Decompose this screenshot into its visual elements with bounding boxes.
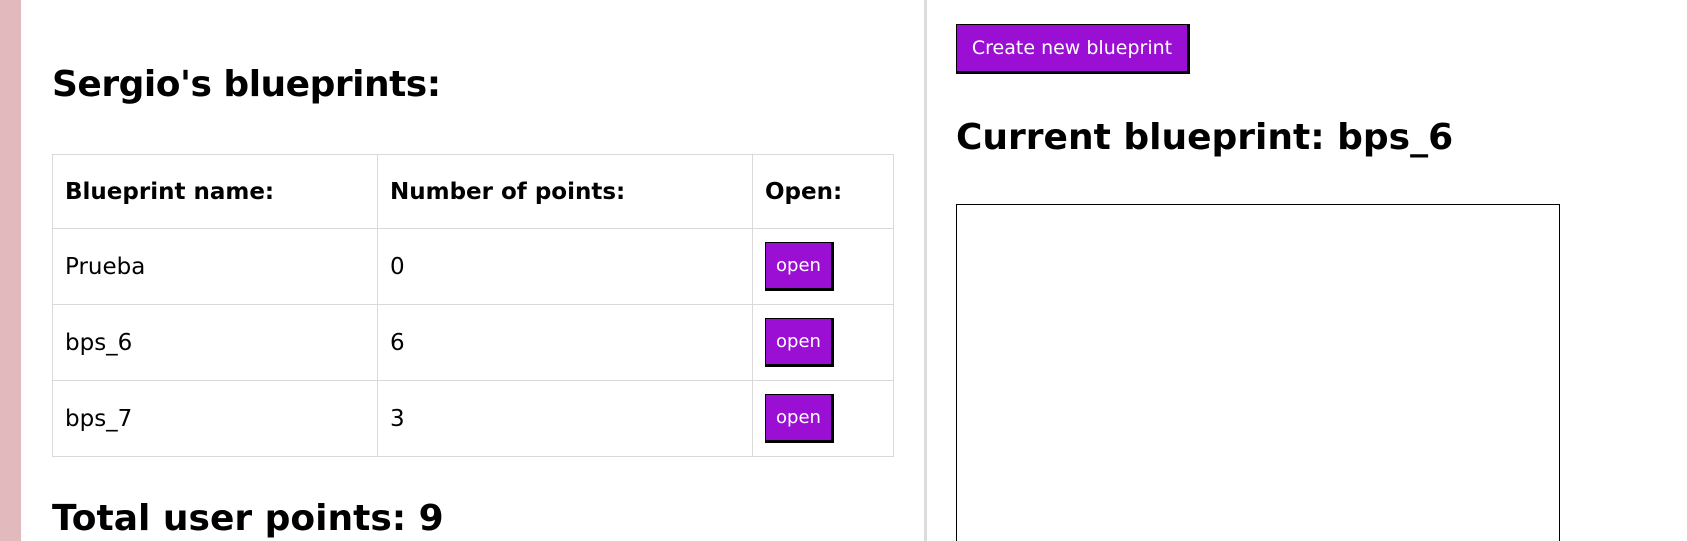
table-row: bps_6 6 open <box>52 304 894 381</box>
header-open: Open: <box>752 154 894 229</box>
open-button[interactable]: open <box>765 242 834 291</box>
blueprint-points-cell: 3 <box>377 380 753 457</box>
blueprint-canvas[interactable] <box>956 204 1560 541</box>
blueprint-points-cell: 0 <box>377 228 753 305</box>
panel-divider <box>924 0 927 541</box>
create-blueprint-button[interactable]: Create new blueprint <box>956 24 1190 74</box>
blueprint-name-cell: Prueba <box>52 228 378 305</box>
left-edge-stripe <box>0 0 21 541</box>
open-button[interactable]: open <box>765 394 834 443</box>
open-cell: open <box>752 380 894 457</box>
header-number-of-points: Number of points: <box>377 154 753 229</box>
open-cell: open <box>752 304 894 381</box>
blueprints-table: Blueprint name: Number of points: Open: … <box>52 154 894 457</box>
header-blueprint-name: Blueprint name: <box>52 154 378 229</box>
open-button[interactable]: open <box>765 318 834 367</box>
current-blueprint-title: Current blueprint: bps_6 <box>956 117 1454 158</box>
open-cell: open <box>752 228 894 305</box>
table-row: bps_7 3 open <box>52 380 894 457</box>
blueprint-name-cell: bps_6 <box>52 304 378 381</box>
page-title: Sergio's blueprints: <box>52 64 441 105</box>
table-header-row: Blueprint name: Number of points: Open: <box>52 154 894 229</box>
blueprint-points-cell: 6 <box>377 304 753 381</box>
table-row: Prueba 0 open <box>52 228 894 305</box>
blueprint-name-cell: bps_7 <box>52 380 378 457</box>
total-user-points: Total user points: 9 <box>52 498 444 539</box>
